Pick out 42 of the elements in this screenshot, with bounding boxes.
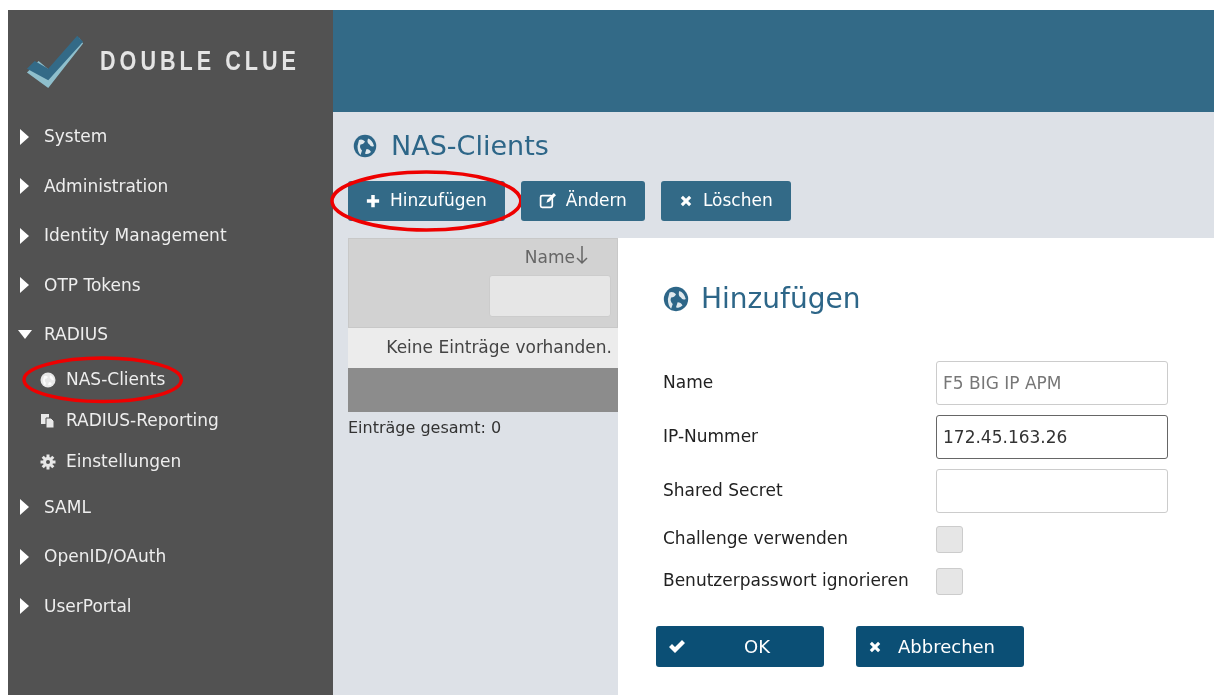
page-title: NAS-Clients	[391, 129, 549, 163]
nav-label[interactable]: OTP Tokens	[44, 272, 141, 298]
field-label: Challenge verwenden	[663, 527, 850, 551]
toolbar-button[interactable]: Ändern	[520, 180, 645, 221]
logo-text: DOUBLE CLUE	[100, 44, 300, 78]
checkbox[interactable]	[936, 567, 963, 595]
globe-icon	[40, 372, 56, 388]
globe-icon	[353, 134, 377, 159]
toolbar-button[interactable]: Hinzufügen	[348, 180, 505, 221]
check-icon	[668, 638, 686, 655]
nav-label[interactable]: OpenID/OAuth	[44, 544, 167, 570]
filter-field[interactable]	[489, 274, 611, 317]
plus-icon	[366, 193, 380, 208]
dialog-button[interactable]: Abbrechen	[856, 626, 1024, 667]
checkbox[interactable]	[936, 525, 963, 553]
close-icon	[868, 639, 882, 654]
edit-icon	[538, 192, 556, 209]
nav-label[interactable]: Identity Management	[44, 223, 227, 249]
nav-label[interactable]: System	[44, 124, 108, 150]
input-field[interactable]	[936, 469, 1168, 513]
entry-count: Einträge gesamt: 0	[348, 417, 503, 439]
nav-subitem[interactable]: RADIUS-Reporting	[66, 408, 219, 434]
nav-subitem[interactable]: Einstellungen	[66, 449, 182, 475]
input-field[interactable]: 172.45.163.26	[936, 415, 1168, 459]
field-label: Shared Secret	[663, 479, 784, 503]
nav-label[interactable]: SAML	[44, 494, 91, 520]
nav-label[interactable]: UserPortal	[44, 593, 132, 619]
toolbar-button[interactable]: Löschen	[660, 180, 791, 221]
dialog-title: Hinzufügen	[701, 281, 861, 317]
globe-icon	[663, 286, 689, 312]
nav-label[interactable]: Administration	[44, 173, 169, 199]
field-label: Name	[663, 371, 715, 395]
empty-message: Keine Einträge vorhanden.	[386, 336, 612, 360]
field-label: IP-Nummer	[663, 425, 760, 449]
documents-icon	[40, 413, 56, 429]
input-field[interactable]: F5 BIG IP APM	[936, 361, 1168, 405]
column-header[interactable]: Name	[524, 245, 575, 271]
dialog-button[interactable]: OK	[656, 626, 824, 667]
close-icon	[678, 193, 693, 208]
settings-icon	[40, 454, 56, 470]
nav-label[interactable]: RADIUS	[44, 322, 109, 348]
field-label: Benutzerpasswort ignorieren	[663, 569, 910, 593]
